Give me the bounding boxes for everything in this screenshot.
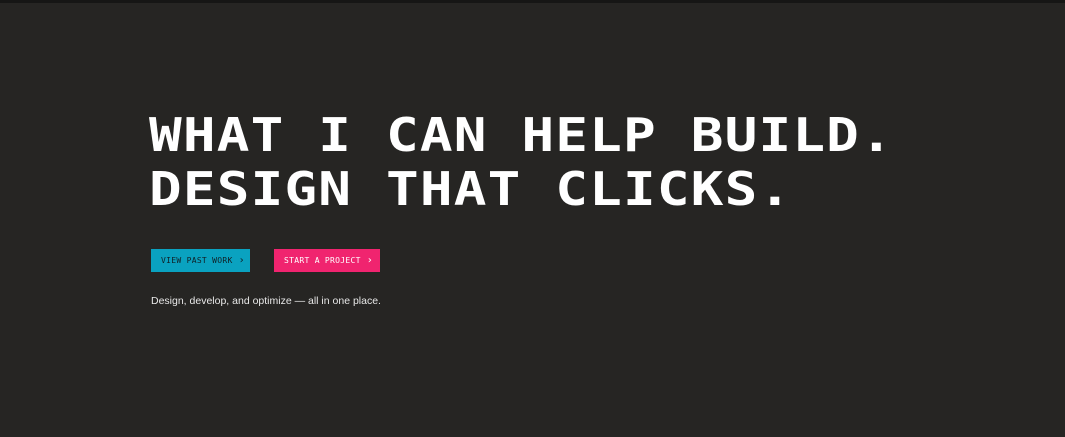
start-project-button[interactable]: START A PROJECT › xyxy=(274,249,380,272)
hero-page: WHAT I CAN HELP BUILD. DESIGN THAT CLICK… xyxy=(0,0,1065,437)
chevron-right-icon: › xyxy=(366,254,374,266)
hero-tagline: Design, develop, and optimize — all in o… xyxy=(151,295,381,307)
hero-buttons: VIEW PAST WORK › START A PROJECT › xyxy=(151,249,380,272)
hero-section: WHAT I CAN HELP BUILD. DESIGN THAT CLICK… xyxy=(149,108,969,216)
headline-line-1: WHAT I CAN HELP BUILD. xyxy=(149,108,894,162)
headline-line-2: DESIGN THAT CLICKS. xyxy=(149,162,793,216)
view-past-work-label: VIEW PAST WORK xyxy=(161,256,233,265)
start-project-label: START A PROJECT xyxy=(284,256,361,265)
chevron-right-icon: › xyxy=(238,254,245,266)
top-strip xyxy=(0,0,1065,3)
view-past-work-button[interactable]: VIEW PAST WORK › xyxy=(151,249,250,272)
